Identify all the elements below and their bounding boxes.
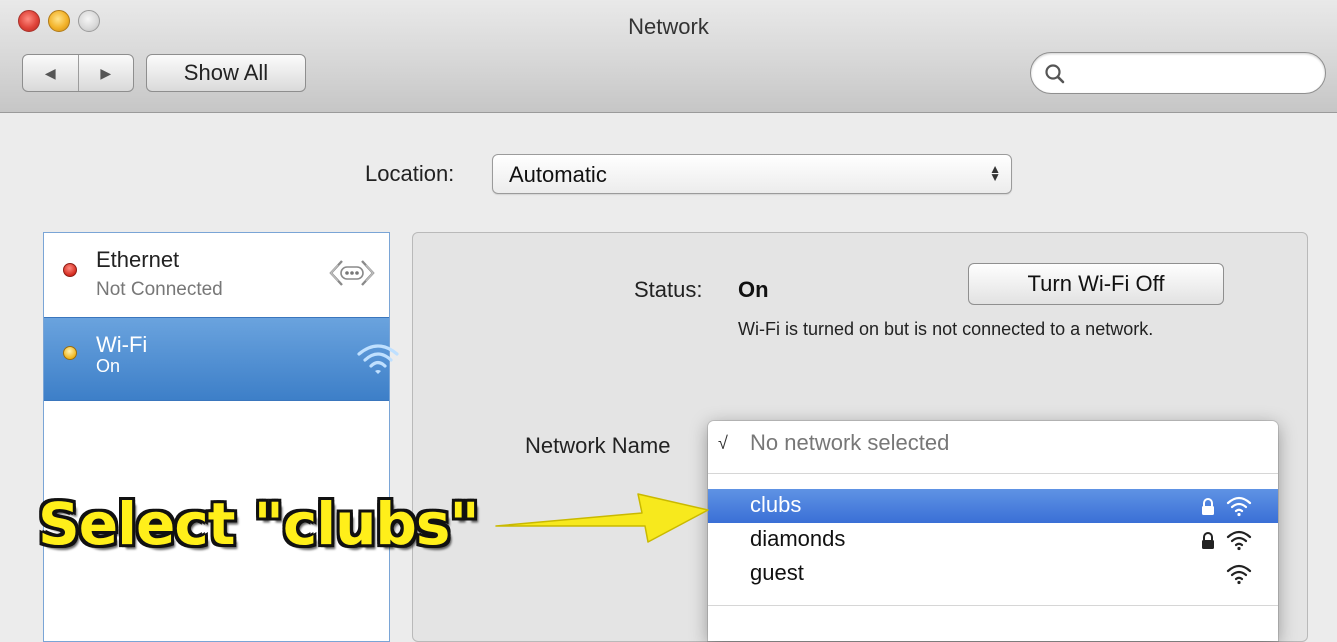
service-name: Wi-Fi bbox=[96, 332, 148, 357]
tutorial-callout-text: Select "clubs" bbox=[38, 490, 480, 558]
status-label: Status: bbox=[634, 277, 703, 302]
location-label: Location: bbox=[365, 161, 455, 186]
checkmark-icon: √ bbox=[718, 433, 728, 453]
menu-separator bbox=[708, 473, 1278, 474]
search-input[interactable] bbox=[1030, 52, 1326, 94]
window-title: Network bbox=[628, 14, 709, 39]
service-name: Ethernet bbox=[96, 247, 180, 272]
search-icon bbox=[1045, 64, 1065, 84]
sidebar-item-wifi[interactable]: Wi-Fi On bbox=[44, 317, 399, 401]
menu-item-network-clubs[interactable]: clubs bbox=[708, 489, 1278, 523]
lock-icon bbox=[1202, 498, 1214, 515]
status-dot-red bbox=[63, 263, 77, 277]
service-status: On bbox=[96, 356, 121, 376]
show-all-button[interactable]: Show All bbox=[146, 54, 306, 92]
service-list: Ethernet Not Connected Wi-Fi On bbox=[43, 232, 399, 642]
back-arrow-icon: ◀ bbox=[44, 64, 56, 81]
wifi-icon bbox=[357, 344, 399, 374]
network-name-label: Network Name bbox=[525, 433, 671, 458]
location-value: Automatic bbox=[509, 162, 607, 187]
status-dot-yellow bbox=[63, 346, 77, 360]
service-status: Not Connected bbox=[96, 279, 223, 300]
turn-wifi-off-button[interactable]: Turn Wi-Fi Off bbox=[968, 263, 1224, 305]
wifi-signal-icon bbox=[1226, 496, 1252, 517]
sidebar-item-ethernet[interactable]: Ethernet Not Connected bbox=[44, 233, 389, 317]
lock-icon bbox=[1202, 532, 1214, 549]
network-name: guest bbox=[750, 560, 804, 585]
menu-item-network-diamonds[interactable]: diamonds bbox=[708, 523, 1278, 557]
back-button[interactable]: ◀ bbox=[23, 55, 78, 91]
menu-item-no-network[interactable]: √ No network selected bbox=[708, 427, 1278, 461]
forward-arrow-icon: ▶ bbox=[100, 64, 112, 81]
forward-button[interactable]: ▶ bbox=[77, 55, 134, 91]
menu-item-network-guest[interactable]: guest bbox=[708, 557, 1278, 591]
network-name-menu: √ No network selected clubs diamonds gue… bbox=[708, 421, 1278, 641]
menu-separator bbox=[708, 605, 1278, 606]
location-select[interactable]: Automatic ▲ ▼ bbox=[492, 154, 1012, 194]
ethernet-icon bbox=[329, 260, 375, 286]
status-value: On bbox=[738, 277, 769, 302]
wifi-signal-icon bbox=[1226, 564, 1252, 585]
back-forward-group: ◀ ▶ bbox=[22, 54, 134, 92]
menu-item-label: No network selected bbox=[750, 430, 950, 455]
updown-chevron-icon: ▲ ▼ bbox=[989, 162, 1001, 184]
network-name: diamonds bbox=[750, 526, 846, 551]
status-description: Wi-Fi is turned on but is not connected … bbox=[738, 319, 1154, 339]
wifi-signal-icon bbox=[1226, 530, 1252, 551]
pointer-arrow-icon bbox=[495, 493, 709, 543]
network-name: clubs bbox=[750, 492, 802, 517]
